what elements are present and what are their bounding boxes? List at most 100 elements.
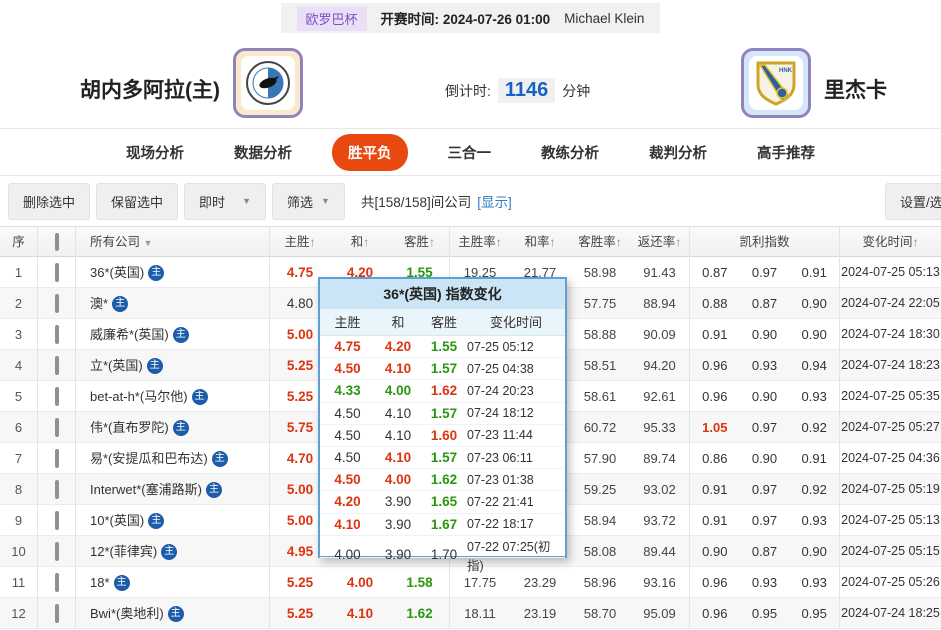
company-name: 立*(英国) <box>90 350 143 381</box>
kickoff-time: 开赛时间: 2024-07-26 01:00 <box>381 8 551 28</box>
return-rate: 95.33 <box>630 412 690 443</box>
company-cell[interactable]: 10*(英国) 主 <box>76 505 270 536</box>
company-cell[interactable]: 易*(安提瓜和巴布达) 主 <box>76 443 270 474</box>
change-time: 2024-07-25 05:13 <box>840 257 941 288</box>
col-header-checkbox <box>38 227 76 258</box>
col-header-time[interactable]: 变化时间↑ <box>840 227 941 258</box>
nav-tab[interactable]: 胜平负 <box>332 134 408 171</box>
row-checkbox-cell <box>38 412 76 443</box>
company-cell[interactable]: Interwet*(塞浦路斯) 主 <box>76 474 270 505</box>
popup-home-odds: 4.75 <box>320 339 375 354</box>
away-rate: 58.51 <box>570 350 630 381</box>
col-header-away[interactable]: 客胜↑ <box>390 227 450 258</box>
company-cell[interactable]: 18* 主 <box>76 567 270 598</box>
away-odds[interactable]: 1.62 <box>390 598 450 629</box>
kelly-away: 0.93 <box>789 381 839 412</box>
col-header-company[interactable]: 所有公司 ▼ <box>76 227 270 258</box>
popup-home-odds: 4.33 <box>320 383 375 398</box>
league-badge[interactable]: 欧罗巴杯 <box>297 6 367 31</box>
kelly-home: 0.87 <box>690 257 740 288</box>
col-header-draw[interactable]: 和↑ <box>330 227 390 258</box>
away-rate: 58.61 <box>570 381 630 412</box>
row-checkbox-cell <box>38 474 76 505</box>
company-cell[interactable]: Bwi*(奥地利) 主 <box>76 598 270 629</box>
row-checkbox[interactable] <box>55 294 59 313</box>
row-checkbox[interactable] <box>55 325 59 344</box>
filter-dropdown[interactable]: 筛选 ▼ <box>272 183 345 220</box>
home-badge-icon: 主 <box>147 358 163 374</box>
row-checkbox[interactable] <box>55 356 59 375</box>
row-checkbox[interactable] <box>55 573 59 592</box>
show-link[interactable]: [显示] <box>477 191 512 211</box>
match-header: 胡内多阿拉(主) 倒计时: 1146 分钟 <box>0 36 941 128</box>
home-odds[interactable]: 5.25 <box>270 598 330 629</box>
col-header-return-rate[interactable]: 返还率↑ <box>630 227 690 258</box>
col-header-draw-rate[interactable]: 和率↑ <box>510 227 570 258</box>
away-odds[interactable]: 1.58 <box>390 567 450 598</box>
return-rate: 94.20 <box>630 350 690 381</box>
row-checkbox[interactable] <box>55 542 59 561</box>
company-name: 18* <box>90 567 110 598</box>
home-badge-icon: 主 <box>148 513 164 529</box>
nav-tab[interactable]: 裁判分析 <box>639 134 717 171</box>
delete-selected-button[interactable]: 删除选中 <box>8 183 90 220</box>
nav-tab[interactable]: 三合一 <box>438 134 502 171</box>
nav-tab[interactable]: 现场分析 <box>116 134 194 171</box>
home-team-name: 胡内多阿拉(主) <box>80 74 220 104</box>
popup-home-odds: 4.10 <box>320 517 375 532</box>
kelly-away: 0.91 <box>789 257 839 288</box>
kelly-draw: 0.87 <box>740 288 790 319</box>
nav-tab[interactable]: 教练分析 <box>531 134 609 171</box>
col-header-home-rate[interactable]: 主胜率↑ <box>450 227 510 258</box>
popup-change-time: 07-23 06:11 <box>467 451 565 465</box>
company-cell[interactable]: 威廉希*(英国) 主 <box>76 319 270 350</box>
row-checkbox[interactable] <box>55 418 59 437</box>
away-rate: 58.88 <box>570 319 630 350</box>
chevron-down-icon: ▼ <box>144 238 153 248</box>
keep-selected-button[interactable]: 保留选中 <box>96 183 178 220</box>
popup-change-time: 07-25 04:38 <box>467 362 565 376</box>
popup-home-odds: 4.50 <box>320 361 375 376</box>
company-cell[interactable]: bet-at-h*(马尔他) 主 <box>76 381 270 412</box>
company-cell[interactable]: 36*(英国) 主 <box>76 257 270 288</box>
kelly-away: 0.94 <box>789 350 839 381</box>
popup-row: 4.50 4.10 1.60 07-23 11:44 <box>320 425 565 447</box>
popup-draw-odds: 3.90 <box>375 517 421 532</box>
company-cell[interactable]: 12*(菲律宾) 主 <box>76 536 270 567</box>
home-badge-icon: 主 <box>112 296 128 312</box>
draw-odds[interactable]: 4.10 <box>330 598 390 629</box>
company-cell[interactable]: 立*(英国) 主 <box>76 350 270 381</box>
row-number: 12 <box>0 598 38 629</box>
draw-odds[interactable]: 4.00 <box>330 567 390 598</box>
row-checkbox[interactable] <box>55 387 59 406</box>
row-checkbox[interactable] <box>55 480 59 499</box>
company-name: 36*(英国) <box>90 257 144 288</box>
nav-tab[interactable]: 高手推荐 <box>747 134 825 171</box>
row-checkbox[interactable] <box>55 449 59 468</box>
popup-away-odds: 1.55 <box>421 339 467 354</box>
referee-name: Michael Klein <box>564 11 644 26</box>
kelly-cell: 0.91 0.97 0.93 <box>690 505 840 536</box>
away-rate: 60.72 <box>570 412 630 443</box>
instant-dropdown-value: 即时 <box>199 192 225 211</box>
company-cell[interactable]: 澳* 主 <box>76 288 270 319</box>
settings-button[interactable]: 设置/选 <box>885 183 941 220</box>
sort-asc-icon: ↑ <box>363 235 369 249</box>
row-checkbox[interactable] <box>55 604 59 623</box>
popup-header: 主胜 和 客胜 变化时间 <box>320 309 565 336</box>
row-checkbox-cell <box>38 381 76 412</box>
col-header-away-rate[interactable]: 客胜率↑ <box>570 227 630 258</box>
popup-draw-odds: 4.00 <box>375 383 421 398</box>
company-cell[interactable]: 伟*(直布罗陀) 主 <box>76 412 270 443</box>
col-header-home[interactable]: 主胜↑ <box>270 227 330 258</box>
row-checkbox[interactable] <box>55 511 59 530</box>
popup-home-odds: 4.00 <box>320 547 375 562</box>
row-checkbox-cell <box>38 567 76 598</box>
row-checkbox[interactable] <box>55 263 59 282</box>
sort-asc-icon: ↑ <box>913 235 919 249</box>
home-odds[interactable]: 5.25 <box>270 567 330 598</box>
nav-tab[interactable]: 数据分析 <box>224 134 302 171</box>
row-number: 8 <box>0 474 38 505</box>
instant-dropdown[interactable]: 即时 ▼ <box>184 183 266 220</box>
select-all-checkbox[interactable] <box>55 233 59 251</box>
